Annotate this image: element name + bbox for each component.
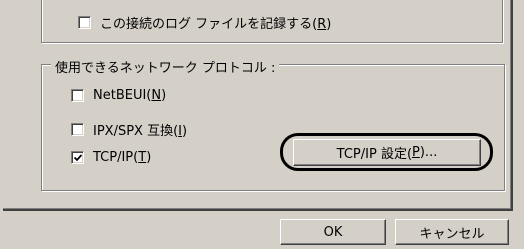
netbeui-checkbox[interactable] xyxy=(71,89,84,102)
checkmark-icon xyxy=(74,154,82,162)
protocols-groupbox-title: 使用できるネットワーク プロトコル : xyxy=(51,57,280,76)
netbeui-label: NetBEUI(N) xyxy=(93,88,167,103)
ipxspx-checkbox[interactable] xyxy=(71,123,84,136)
ok-button[interactable]: OK xyxy=(280,219,386,245)
ipxspx-label: IPX/SPX 互換(I) xyxy=(93,124,188,139)
log-file-option[interactable]: この接続のログ ファイルを記録する(R) xyxy=(78,13,331,32)
tcpip-label: TCP/IP(T) xyxy=(93,150,152,165)
protocol-option-ipxspx[interactable]: IPX/SPX 互換(I) xyxy=(71,120,187,139)
log-file-checkbox[interactable] xyxy=(78,16,91,29)
protocol-option-netbeui[interactable]: NetBEUI(N) xyxy=(71,88,166,103)
log-file-label: この接続のログ ファイルを記録する(R) xyxy=(100,17,332,32)
tcpip-settings-button[interactable]: TCP/IP 設定(P)... xyxy=(293,139,481,166)
tab-page-panel: この接続のログ ファイルを記録する(R) 使用できるネットワーク プロトコル :… xyxy=(3,0,513,211)
tcpip-checkbox[interactable] xyxy=(71,151,84,164)
cancel-button[interactable]: キャンセル xyxy=(395,219,509,245)
protocol-option-tcpip[interactable]: TCP/IP(T) xyxy=(71,150,151,165)
